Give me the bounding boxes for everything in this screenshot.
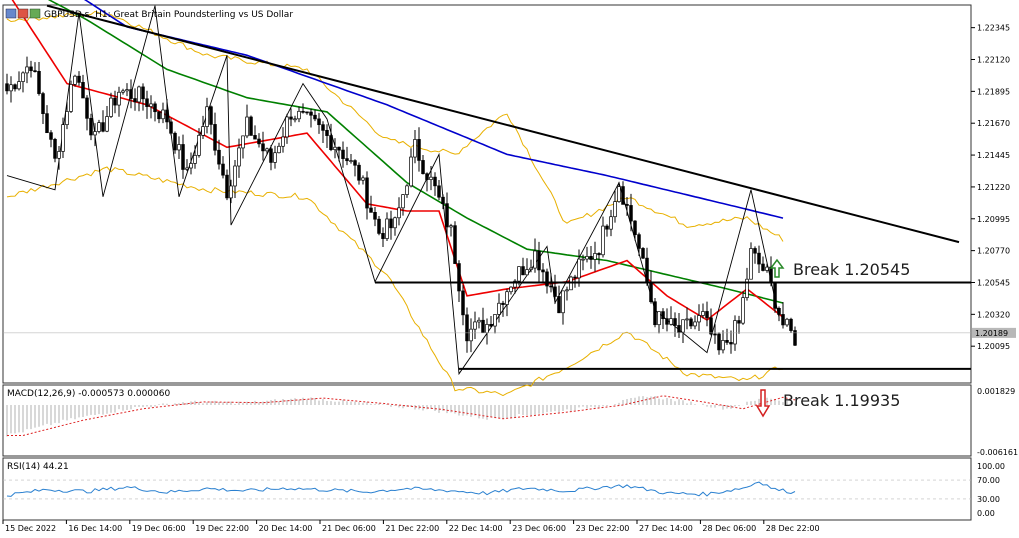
time-tick-label: 23 Dec 22:00 — [576, 524, 630, 533]
rsi-pane-frame — [2, 457, 972, 521]
chart-type-icon[interactable] — [29, 8, 41, 19]
price-tick-label: 1.20545 — [977, 278, 1010, 287]
price-tick-label: 1.21670 — [977, 119, 1010, 128]
candle — [453, 221, 457, 264]
price-tick-label: 1.20770 — [977, 247, 1010, 256]
time-tick-label: 21 Dec 06:00 — [322, 524, 376, 533]
chart-window: 1.22345 1.22120 1.21895 1.21670 1.21445 1.212… — [0, 0, 1019, 538]
period-icon[interactable] — [17, 8, 29, 19]
break-down-label: Break 1.19935 — [783, 391, 900, 410]
time-tick-label: 16 Dec 14:00 — [68, 524, 122, 533]
time-tick-label: 27 Dec 14:00 — [639, 524, 693, 533]
chart-title: GBPUSD.s, H1: Great Britain Poundsterlin… — [44, 10, 293, 20]
price-tick-label: 1.21445 — [977, 151, 1010, 160]
time-tick-label: 21 Dec 22:00 — [385, 524, 439, 533]
price-tick-label: 1.20320 — [977, 310, 1010, 319]
price-tick-label: 1.21895 — [977, 87, 1010, 96]
candle — [653, 297, 657, 328]
candle — [53, 137, 57, 163]
current-price-label: 1.20189 — [975, 329, 1008, 338]
rsi-tick-label: 0.00 — [977, 509, 995, 518]
price-tick-label: 1.20995 — [977, 215, 1010, 224]
time-tick-label: 23 Dec 06:00 — [512, 524, 566, 533]
candle — [69, 80, 73, 114]
time-tick-label: 15 Dec 2022 — [5, 524, 56, 533]
rsi-tick-label: 70.00 — [977, 476, 1000, 485]
chart-title-bar: GBPUSD.s, H1: Great Britain Poundsterlin… — [5, 8, 293, 20]
rsi-label: RSI(14) 44.21 — [7, 462, 69, 472]
time-tick-label: 22 Dec 14:00 — [449, 524, 503, 533]
break-up-label: Break 1.20545 — [793, 260, 910, 279]
macd-label: MACD(12,26,9) -0.000573 0.000060 — [7, 389, 170, 399]
time-tick-label: 20 Dec 14:00 — [259, 524, 313, 533]
macd-tick-label: 0.001829 — [977, 387, 1015, 396]
macd-tick-label: -0.006161 — [977, 448, 1018, 457]
time-tick-label: 28 Dec 22:00 — [766, 524, 820, 533]
price-tick-label: 1.22345 — [977, 24, 1010, 33]
time-tick-label: 28 Dec 06:00 — [702, 524, 756, 533]
price-tick-label: 1.20095 — [977, 342, 1010, 351]
time-tick-label: 19 Dec 22:00 — [195, 524, 249, 533]
symbol-icon[interactable] — [5, 8, 17, 19]
chart-canvas: 1.22345 1.22120 1.21895 1.21670 1.21445 1.212… — [2, 0, 1018, 533]
rsi-tick-label: 30.00 — [977, 495, 1000, 504]
price-tick-label: 1.21220 — [977, 183, 1010, 192]
rsi-tick-label: 100.00 — [977, 462, 1005, 471]
candle — [789, 317, 793, 333]
candle — [377, 216, 381, 236]
candle — [773, 282, 777, 313]
candle — [249, 115, 253, 136]
candle — [641, 247, 645, 259]
time-tick-label: 19 Dec 06:00 — [132, 524, 186, 533]
price-tick-label: 1.22120 — [977, 56, 1010, 65]
